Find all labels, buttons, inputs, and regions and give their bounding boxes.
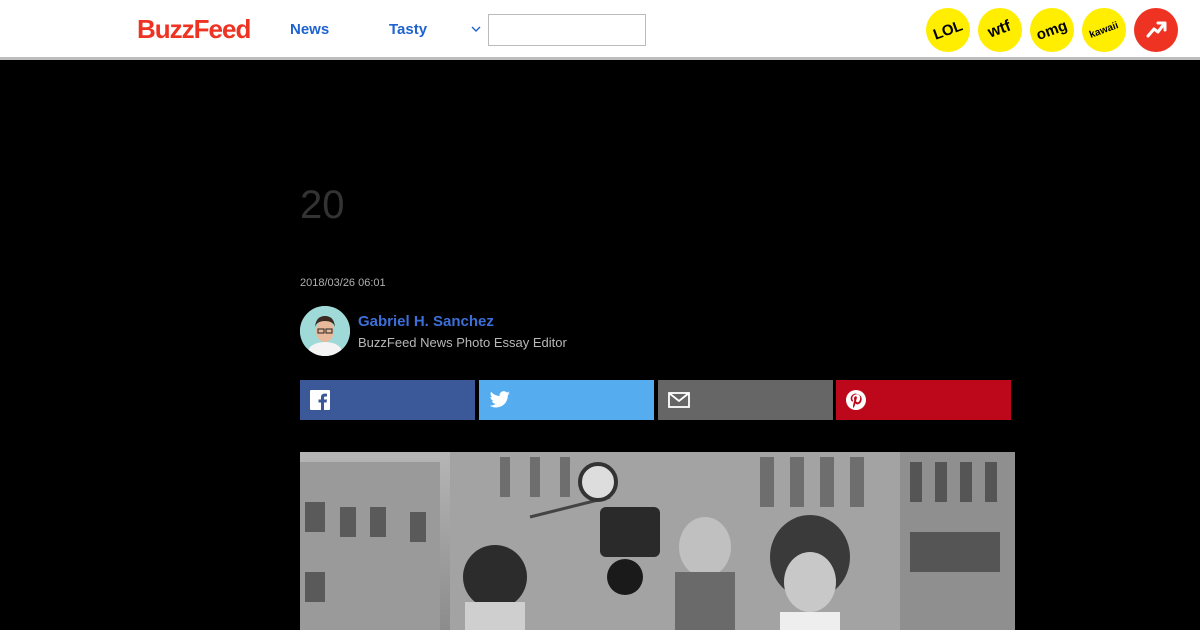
author-name-link[interactable]: Gabriel H. Sanchez xyxy=(358,313,494,331)
trending-icon xyxy=(1146,21,1167,38)
share-pinterest-button[interactable] xyxy=(836,380,1011,420)
author-avatar[interactable] xyxy=(300,306,350,356)
author-title: BuzzFeed News Photo Essay Editor xyxy=(358,335,567,350)
share-email-button[interactable] xyxy=(658,380,833,420)
share-facebook-button[interactable] xyxy=(300,380,475,420)
nav-item-news[interactable]: News xyxy=(290,20,329,40)
chevron-down-icon[interactable] xyxy=(471,22,483,36)
badge-kawaii[interactable]: kawaii xyxy=(1082,8,1126,52)
twitter-icon xyxy=(489,391,510,408)
share-twitter-button[interactable] xyxy=(479,380,654,420)
article-headline: 20 xyxy=(300,183,345,227)
site-header: BuzzFeed News Tasty LOL wtf omg kawaii xyxy=(0,0,1200,60)
search-input[interactable] xyxy=(488,14,646,46)
facebook-icon xyxy=(310,390,330,410)
pinterest-icon xyxy=(846,390,866,410)
buzzfeed-logo[interactable]: BuzzFeed xyxy=(137,14,251,44)
badge-omg[interactable]: omg xyxy=(1030,8,1074,52)
article-photo xyxy=(300,452,1015,630)
badge-lol[interactable]: LOL xyxy=(926,8,970,52)
badge-wtf[interactable]: wtf xyxy=(978,8,1022,52)
article-timestamp: 2018/03/26 06:01 xyxy=(300,277,386,289)
trending-button[interactable] xyxy=(1134,8,1178,52)
nav-item-tasty[interactable]: Tasty xyxy=(389,20,427,40)
email-icon xyxy=(668,392,690,408)
